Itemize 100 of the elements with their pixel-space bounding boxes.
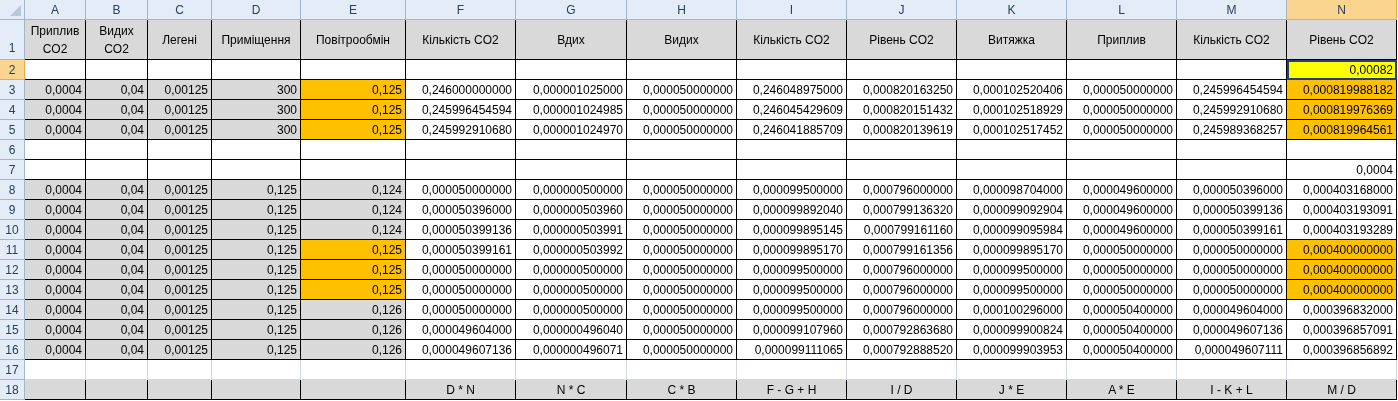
- table-cell[interactable]: 0,000099500000: [737, 180, 847, 200]
- table-cell[interactable]: 0,000000500000: [516, 180, 627, 200]
- table-cell[interactable]: 0,000049607136: [1177, 320, 1287, 340]
- table-cell[interactable]: Кількість CO2: [737, 20, 847, 60]
- table-cell[interactable]: 0,000050000000: [627, 80, 737, 100]
- row-header[interactable]: 13: [0, 280, 25, 300]
- table-cell[interactable]: 0,000050000000: [406, 300, 516, 320]
- table-cell[interactable]: 0,126: [301, 340, 406, 360]
- table-cell[interactable]: 0,000050000000: [627, 320, 737, 340]
- table-cell[interactable]: 0,000000503992: [516, 240, 627, 260]
- row-header[interactable]: 16: [0, 340, 25, 360]
- table-cell[interactable]: [301, 60, 406, 80]
- table-cell[interactable]: 0,0004: [25, 300, 86, 320]
- table-cell[interactable]: [301, 160, 406, 180]
- row-header[interactable]: 4: [0, 100, 25, 120]
- table-cell[interactable]: 0,125: [301, 120, 406, 140]
- table-cell[interactable]: 0,125: [301, 280, 406, 300]
- table-cell[interactable]: 0,000403193091: [1287, 200, 1397, 220]
- table-cell[interactable]: 0,000099895170: [957, 240, 1067, 260]
- table-cell[interactable]: 0,0004: [25, 200, 86, 220]
- row-header[interactable]: 6: [0, 140, 25, 160]
- table-cell[interactable]: Кількість CO2: [406, 20, 516, 60]
- table-cell[interactable]: Видих CO2: [86, 20, 148, 60]
- table-cell[interactable]: 0,000050000000: [627, 200, 737, 220]
- table-cell[interactable]: 0,000000503960: [516, 200, 627, 220]
- table-cell[interactable]: 0,000050000000: [1177, 240, 1287, 260]
- table-cell[interactable]: 0,000102517452: [957, 120, 1067, 140]
- table-cell[interactable]: 0,0004: [25, 180, 86, 200]
- table-cell[interactable]: Рівень CO2: [847, 20, 957, 60]
- table-cell[interactable]: 0,000100296000: [957, 300, 1067, 320]
- table-cell[interactable]: [627, 160, 737, 180]
- table-cell[interactable]: 0,000400000000: [1287, 280, 1397, 300]
- table-cell[interactable]: [212, 160, 301, 180]
- table-cell[interactable]: 0,000000496040: [516, 320, 627, 340]
- table-cell[interactable]: 0,245989368257: [1177, 120, 1287, 140]
- table-cell[interactable]: 0,246041885709: [737, 120, 847, 140]
- table-cell[interactable]: 0,000099903953: [957, 340, 1067, 360]
- table-cell[interactable]: [148, 140, 212, 160]
- table-cell[interactable]: 0,000001024985: [516, 100, 627, 120]
- table-cell[interactable]: 0,000400000000: [1287, 260, 1397, 280]
- table-cell[interactable]: 0,000050000000: [1177, 260, 1287, 280]
- table-cell[interactable]: N * C: [516, 380, 627, 400]
- table-cell[interactable]: Витяжка: [957, 20, 1067, 60]
- column-header[interactable]: G: [516, 0, 627, 20]
- table-cell[interactable]: 0,0004: [25, 260, 86, 280]
- table-cell[interactable]: 0,125: [212, 180, 301, 200]
- table-cell[interactable]: 0,00125: [148, 300, 212, 320]
- table-cell[interactable]: [1177, 60, 1287, 80]
- column-header[interactable]: C: [148, 0, 212, 20]
- table-cell[interactable]: Повітрообмін: [301, 20, 406, 60]
- table-cell[interactable]: 0,000792888520: [847, 340, 957, 360]
- table-cell[interactable]: 0,245992910680: [1177, 100, 1287, 120]
- table-cell[interactable]: 0,000099111065: [737, 340, 847, 360]
- table-cell[interactable]: C * B: [627, 380, 737, 400]
- table-cell[interactable]: [957, 60, 1067, 80]
- table-cell[interactable]: 0,000099107960: [737, 320, 847, 340]
- table-cell[interactable]: 0,00125: [148, 180, 212, 200]
- table-cell[interactable]: 0,000050000000: [1067, 280, 1177, 300]
- table-cell[interactable]: 0,000049607111: [1177, 340, 1287, 360]
- table-cell[interactable]: 0,000396832000: [1287, 300, 1397, 320]
- table-cell[interactable]: [86, 140, 148, 160]
- table-cell[interactable]: [627, 60, 737, 80]
- row-header[interactable]: 2: [0, 60, 25, 80]
- table-cell[interactable]: 300: [212, 100, 301, 120]
- column-header[interactable]: F: [406, 0, 516, 20]
- table-cell[interactable]: Кількість CO2: [1177, 20, 1287, 60]
- column-header[interactable]: E: [301, 0, 406, 20]
- table-cell[interactable]: [148, 380, 212, 400]
- table-cell[interactable]: [957, 160, 1067, 180]
- table-cell[interactable]: [25, 140, 86, 160]
- table-cell[interactable]: [516, 140, 627, 160]
- table-cell[interactable]: 0,000050399136: [406, 220, 516, 240]
- table-cell[interactable]: 0,04: [86, 80, 148, 100]
- column-header[interactable]: B: [86, 0, 148, 20]
- table-cell[interactable]: 0,125: [212, 280, 301, 300]
- table-cell[interactable]: J * E: [957, 380, 1067, 400]
- table-cell[interactable]: [212, 380, 301, 400]
- table-cell[interactable]: 0,000050000000: [627, 300, 737, 320]
- column-header[interactable]: J: [847, 0, 957, 20]
- table-cell[interactable]: 0,000820139619: [847, 120, 957, 140]
- table-cell[interactable]: 0,04: [86, 180, 148, 200]
- table-cell[interactable]: 0,04: [86, 220, 148, 240]
- table-cell[interactable]: 0,125: [212, 200, 301, 220]
- table-cell[interactable]: 0,000099500000: [957, 280, 1067, 300]
- table-cell[interactable]: 300: [212, 120, 301, 140]
- table-cell[interactable]: 0,0004: [25, 240, 86, 260]
- table-cell[interactable]: M / D: [1287, 380, 1397, 400]
- table-cell[interactable]: 0,000000500000: [516, 260, 627, 280]
- table-cell[interactable]: [737, 160, 847, 180]
- table-cell[interactable]: [737, 60, 847, 80]
- table-cell[interactable]: 0,000049600000: [1067, 180, 1177, 200]
- table-cell[interactable]: 0,000049604000: [1177, 300, 1287, 320]
- row-header[interactable]: 5: [0, 120, 25, 140]
- table-cell[interactable]: [25, 380, 86, 400]
- table-cell[interactable]: 0,126: [301, 320, 406, 340]
- column-header[interactable]: H: [627, 0, 737, 20]
- row-header[interactable]: 8: [0, 180, 25, 200]
- column-header[interactable]: K: [957, 0, 1067, 20]
- table-cell[interactable]: 0,000796000000: [847, 180, 957, 200]
- table-cell[interactable]: F - G + H: [737, 380, 847, 400]
